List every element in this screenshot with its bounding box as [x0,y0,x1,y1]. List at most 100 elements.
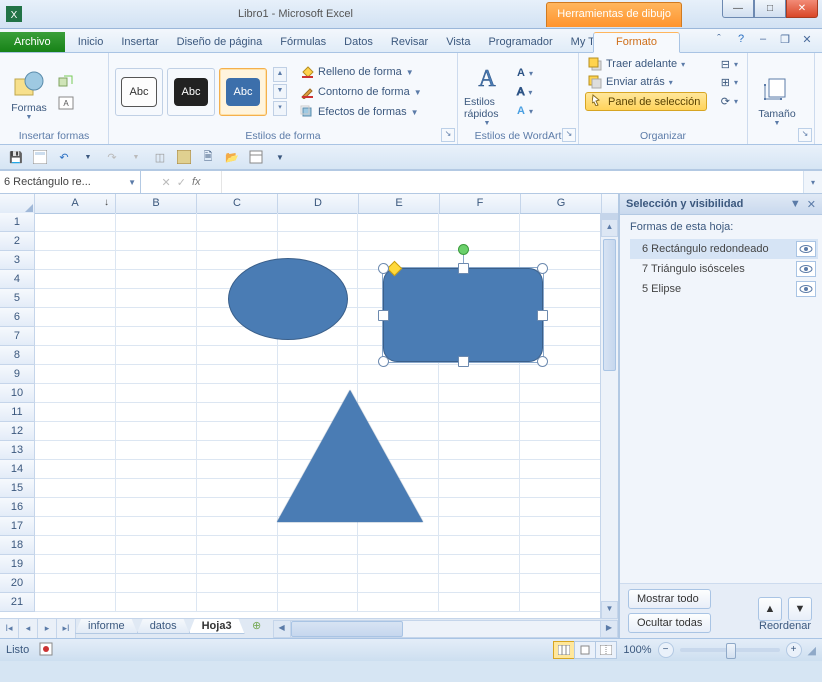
row-header[interactable]: 2 [0,232,35,251]
cell[interactable] [197,422,278,441]
qat-open-icon[interactable]: 📂 [224,149,240,165]
resize-handle-tm[interactable] [458,263,469,274]
cell[interactable] [116,574,197,593]
qat-redo-more[interactable]: ▼ [128,149,144,165]
resize-handle-tl[interactable] [378,263,389,274]
shape-rounded-rectangle[interactable] [383,268,543,362]
row-header[interactable]: 7 [0,327,35,346]
cell[interactable] [116,422,197,441]
column-header[interactable]: F [440,194,521,213]
shape-ellipse[interactable] [228,258,348,340]
formula-bar-expand-icon[interactable]: ▾ [803,171,822,193]
cell[interactable] [116,555,197,574]
row-header[interactable]: 6 [0,308,35,327]
text-fill-button[interactable]: A▾ [514,66,536,80]
visibility-toggle[interactable] [796,261,816,277]
select-all-corner[interactable] [0,194,35,213]
shape-style-3[interactable]: Abc [219,68,267,116]
tab-data[interactable]: Datos [335,33,382,52]
zoom-out-button[interactable]: − [658,642,674,658]
qat-calc-icon[interactable] [176,149,192,165]
row-header[interactable]: 3 [0,251,35,270]
cell[interactable] [197,213,278,232]
cell[interactable] [35,536,116,555]
cell[interactable] [35,251,116,270]
column-header[interactable]: A [35,194,116,213]
size-dialog-launcher[interactable]: ↘ [798,128,812,142]
cell[interactable] [197,574,278,593]
scroll-left-icon[interactable]: ◀ [273,620,291,638]
cell[interactable] [439,460,520,479]
row-header[interactable]: 1 [0,213,35,232]
cell[interactable] [197,498,278,517]
cell[interactable] [197,593,278,612]
row-header[interactable]: 20 [0,574,35,593]
cell[interactable] [197,441,278,460]
tab-page-layout[interactable]: Diseño de página [168,33,272,52]
row-header[interactable]: 14 [0,460,35,479]
cell[interactable] [35,574,116,593]
zoom-slider[interactable] [680,648,780,652]
sheet-nav-first-icon[interactable]: I◂ [0,619,19,638]
cell[interactable] [116,498,197,517]
cell[interactable] [116,289,197,308]
cell[interactable] [35,232,116,251]
cell[interactable] [358,232,439,251]
group-button[interactable]: ⊞▾ [718,74,741,90]
selection-pane-button[interactable]: Panel de selección [585,92,707,111]
cell[interactable] [520,460,601,479]
shape-triangle[interactable] [277,390,423,522]
row-header[interactable]: 10 [0,384,35,403]
cell[interactable] [116,308,197,327]
cell[interactable] [197,232,278,251]
cell[interactable] [520,422,601,441]
cell[interactable] [197,536,278,555]
cell[interactable] [116,460,197,479]
cell[interactable] [116,232,197,251]
shape-list-item[interactable]: 6 Rectángulo redondeado [630,239,818,259]
cell[interactable] [439,403,520,422]
cell[interactable] [116,536,197,555]
cell[interactable] [116,327,197,346]
qat-new-icon[interactable]: 🗎 [200,149,216,165]
qat-chart-icon[interactable]: ◫ [152,149,168,165]
cell[interactable] [358,574,439,593]
cell[interactable] [116,593,197,612]
cell[interactable] [197,460,278,479]
cell[interactable] [520,213,601,232]
cell[interactable] [35,441,116,460]
cell[interactable] [439,574,520,593]
cell[interactable] [439,498,520,517]
cell[interactable] [35,593,116,612]
cell[interactable] [197,479,278,498]
row-header[interactable]: 5 [0,289,35,308]
view-page-layout-button[interactable] [574,641,596,659]
cell[interactable] [520,574,601,593]
name-box[interactable]: 6 Rectángulo re... ▼ [0,171,141,193]
window-maximize-button[interactable]: □ [754,0,786,18]
scroll-right-icon[interactable]: ▶ [600,620,618,638]
tab-view[interactable]: Vista [437,33,479,52]
sheet-nav-next-icon[interactable]: ▸ [38,619,57,638]
zoom-in-button[interactable]: + [786,642,802,658]
wordart-styles-button[interactable]: A Estilos rápidos ▼ [464,58,510,127]
show-all-button[interactable]: Mostrar todo [628,589,711,609]
qat-form-icon[interactable] [32,149,48,165]
workbook-close-icon[interactable]: ✕ [800,32,814,46]
cell[interactable] [197,403,278,422]
cell[interactable] [439,422,520,441]
cancel-formula-icon[interactable]: ✕ [162,176,171,189]
shape-styles-dialog-launcher[interactable]: ↘ [441,128,455,142]
row-header[interactable]: 15 [0,479,35,498]
cell[interactable] [35,289,116,308]
row-header[interactable]: 21 [0,593,35,612]
cell[interactable] [35,327,116,346]
cell[interactable] [358,555,439,574]
window-minimize-button[interactable]: — [722,0,754,18]
tab-formulas[interactable]: Fórmulas [271,33,335,52]
vertical-scrollbar[interactable]: ▲ ▼ [600,213,618,619]
cell[interactable] [35,346,116,365]
horizontal-scroll-thumb[interactable] [291,621,403,637]
send-backward-button[interactable]: Enviar atrás▾ [585,74,676,90]
cell[interactable] [35,498,116,517]
